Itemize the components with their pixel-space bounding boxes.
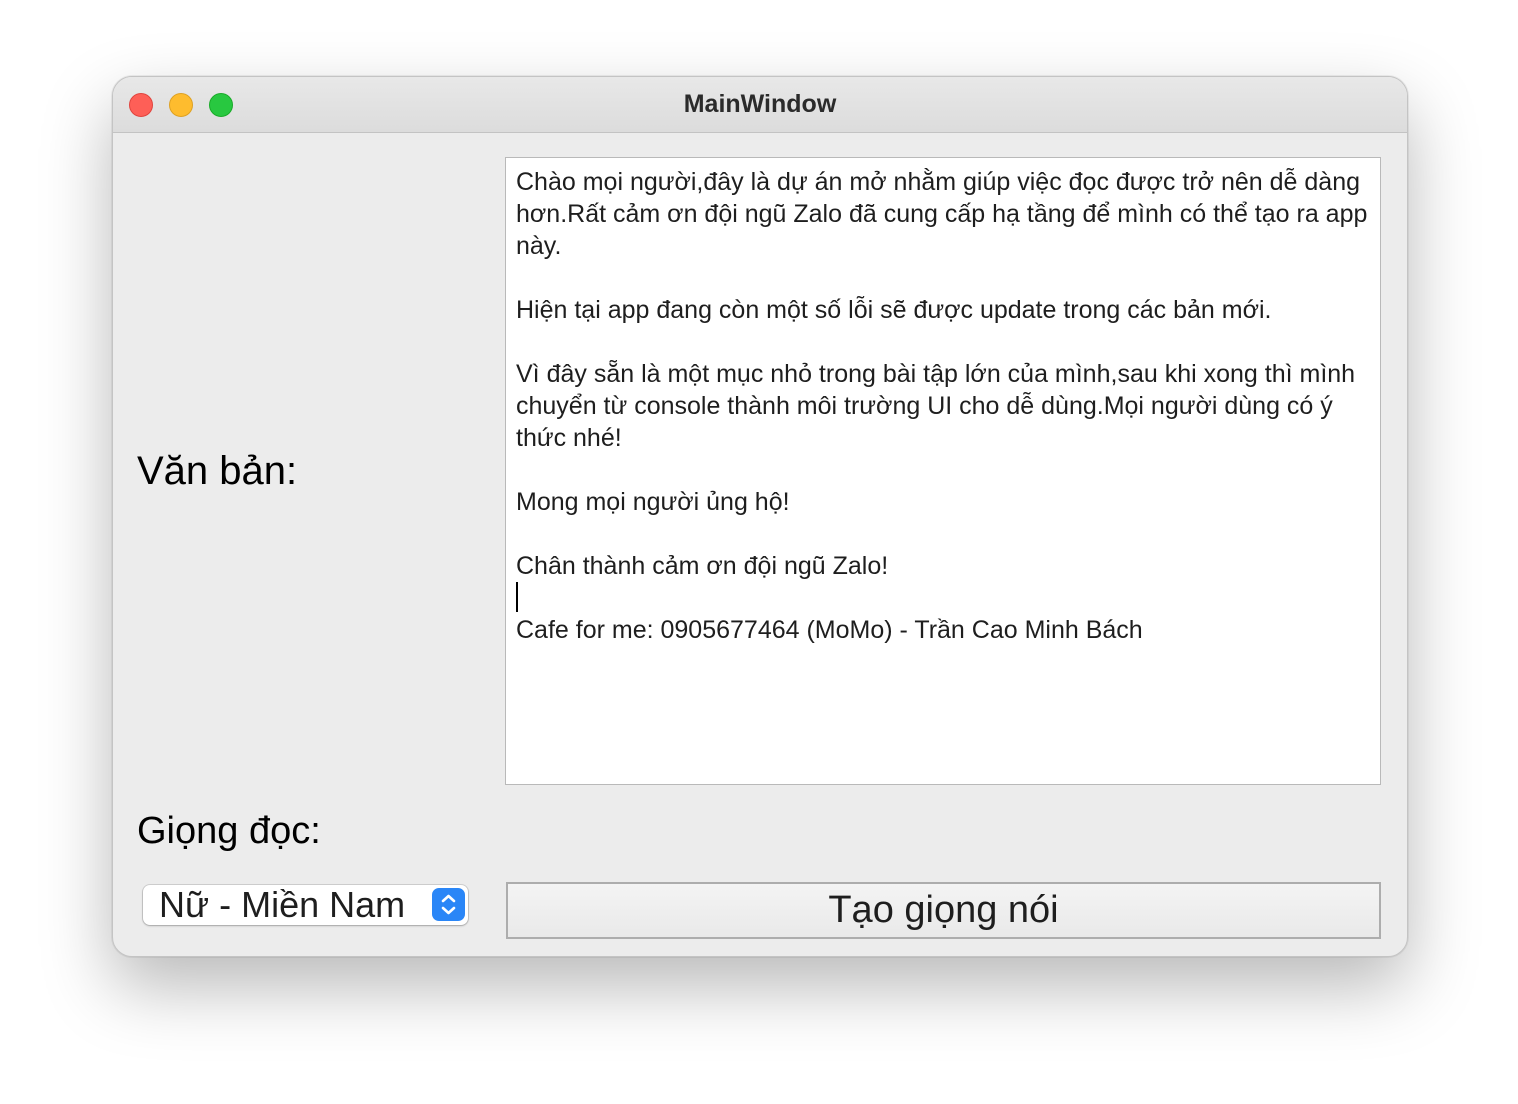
main-window: MainWindow Văn bản: Chào mọi người,đây l… (112, 76, 1408, 957)
window-title: MainWindow (683, 90, 837, 118)
voice-select-value: Nữ - Miền Nam (159, 884, 406, 925)
voice-label: Giọng đọc: (137, 810, 321, 852)
text-paragraph: Chào mọi người,đây là dự án mở nhằm giúp… (516, 168, 1375, 260)
text-cursor (516, 582, 518, 612)
chevron-up-down-icon (432, 888, 465, 921)
text-paragraph: Vì đây sẵn là một mục nhỏ trong bài tập … (516, 360, 1363, 452)
text-paragraph: Hiện tại app đang còn một số lỗi sẽ được… (516, 296, 1272, 324)
text-paragraph: Chân thành cảm ơn đội ngũ Zalo! (516, 552, 889, 580)
text-paragraph: Mong mọi người ủng hộ! (516, 488, 790, 516)
text-paragraph: Cafe for me: 0905677464 (MoMo) - Trần Ca… (516, 616, 1143, 644)
voice-select[interactable]: Nữ - Miền Nam (143, 885, 468, 925)
text-input-area[interactable]: Chào mọi người,đây là dự án mở nhằm giúp… (505, 157, 1381, 785)
title-bar[interactable]: MainWindow (113, 77, 1407, 133)
text-label: Văn bản: (137, 449, 298, 493)
generate-voice-button[interactable]: Tạo giọng nói (506, 882, 1381, 939)
